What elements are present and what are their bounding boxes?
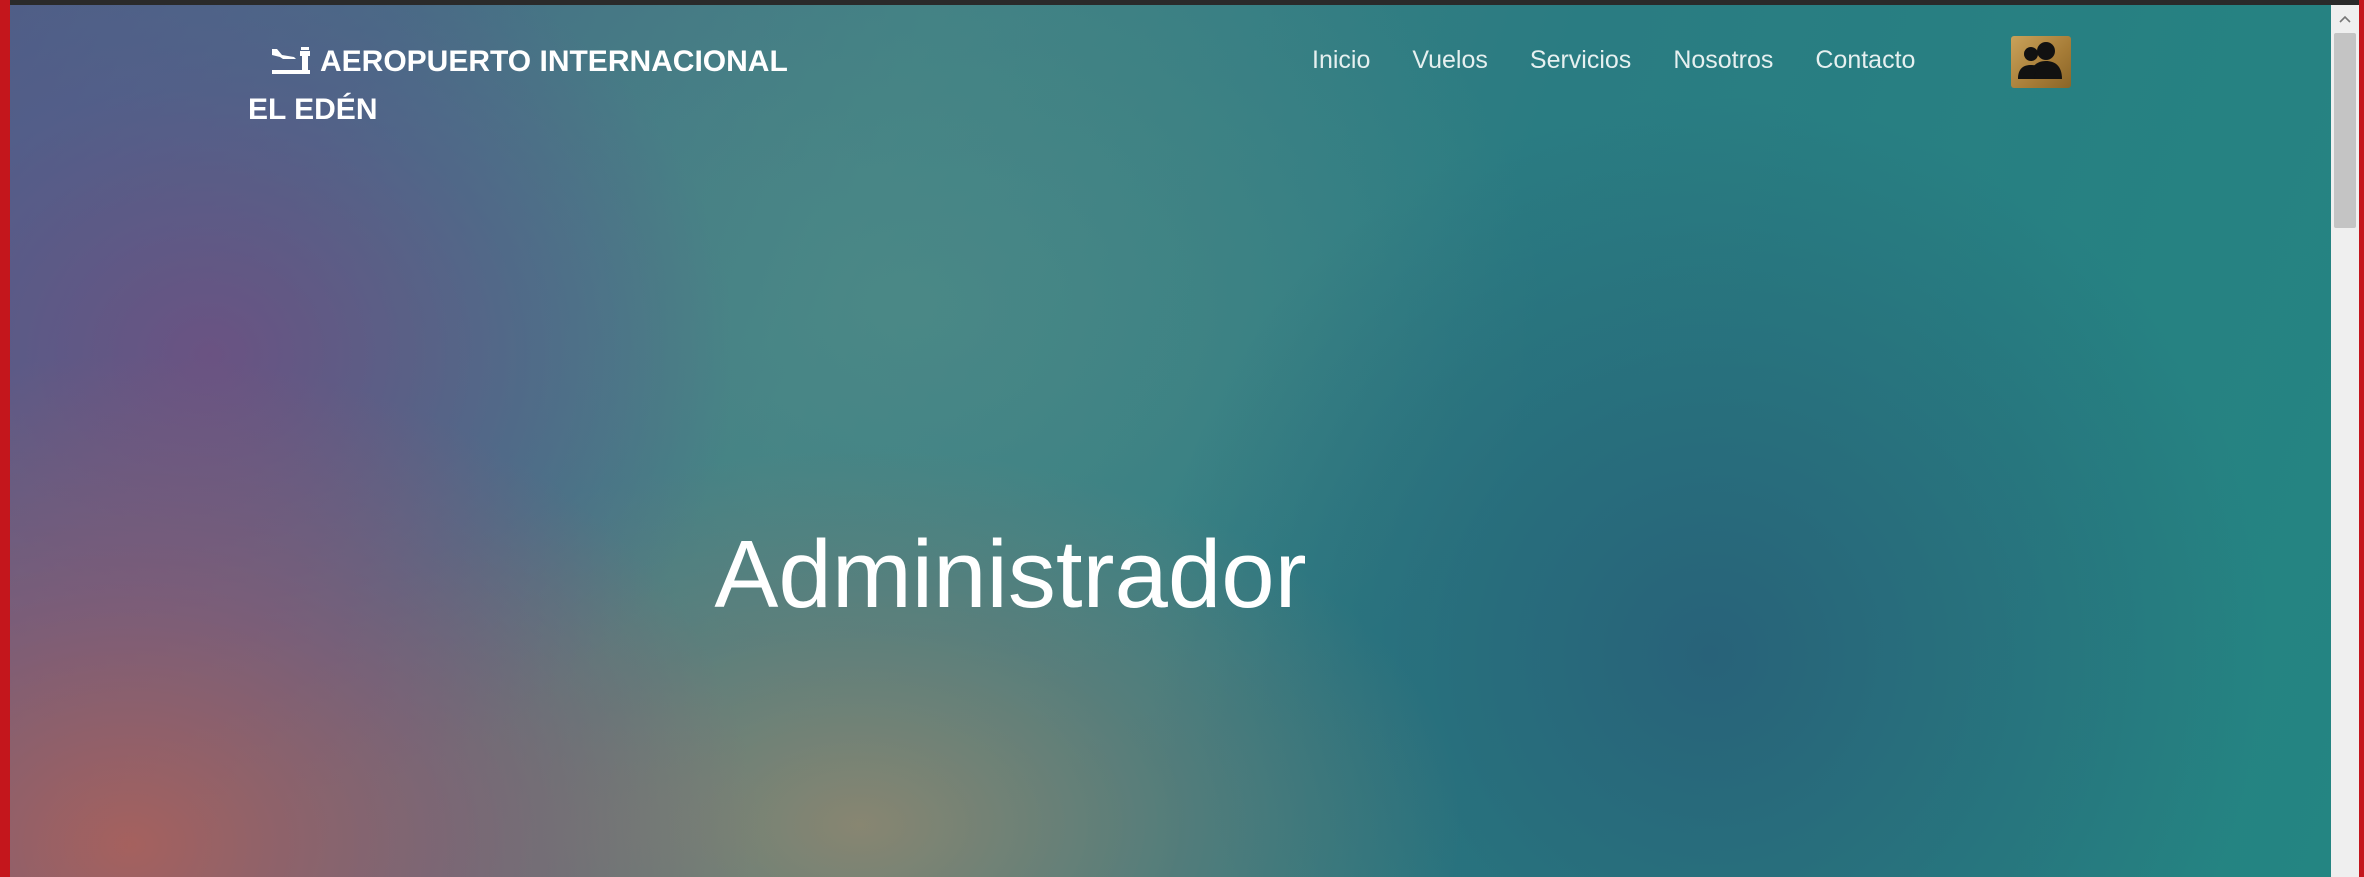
nav-item-nosotros[interactable]: Nosotros — [1673, 46, 1773, 75]
brand-name-line1: AEROPUERTO INTERNACIONAL — [320, 45, 788, 78]
nav-item-servicios[interactable]: Servicios — [1530, 46, 1631, 75]
main-nav: Inicio Vuelos Servicios Nosotros Contact… — [1312, 30, 1957, 90]
hero-title-container: Administrador — [0, 520, 2321, 630]
user-account-button[interactable] — [2011, 36, 2071, 88]
airplane-landing-icon — [270, 44, 312, 76]
nav-item-inicio[interactable]: Inicio — [1312, 46, 1370, 75]
window-left-border — [0, 0, 10, 877]
hero-title: Administrador — [714, 521, 1307, 628]
vertical-scrollbar[interactable] — [2331, 5, 2359, 877]
scrollbar-thumb[interactable] — [2334, 33, 2356, 228]
users-icon — [2016, 39, 2066, 86]
scroll-up-arrow-icon[interactable] — [2331, 5, 2359, 33]
nav-item-vuelos[interactable]: Vuelos — [1412, 46, 1488, 75]
nav-item-contacto[interactable]: Contacto — [1815, 46, 1915, 75]
window-right-border — [2359, 0, 2364, 877]
brand-logo[interactable]: AEROPUERTO INTERNACIONAL EL EDÉN — [248, 38, 868, 134]
hero-background — [10, 5, 2331, 877]
page: AEROPUERTO INTERNACIONAL EL EDÉN Inicio … — [0, 0, 2364, 877]
brand-name-line2: EL EDÉN — [248, 93, 378, 126]
